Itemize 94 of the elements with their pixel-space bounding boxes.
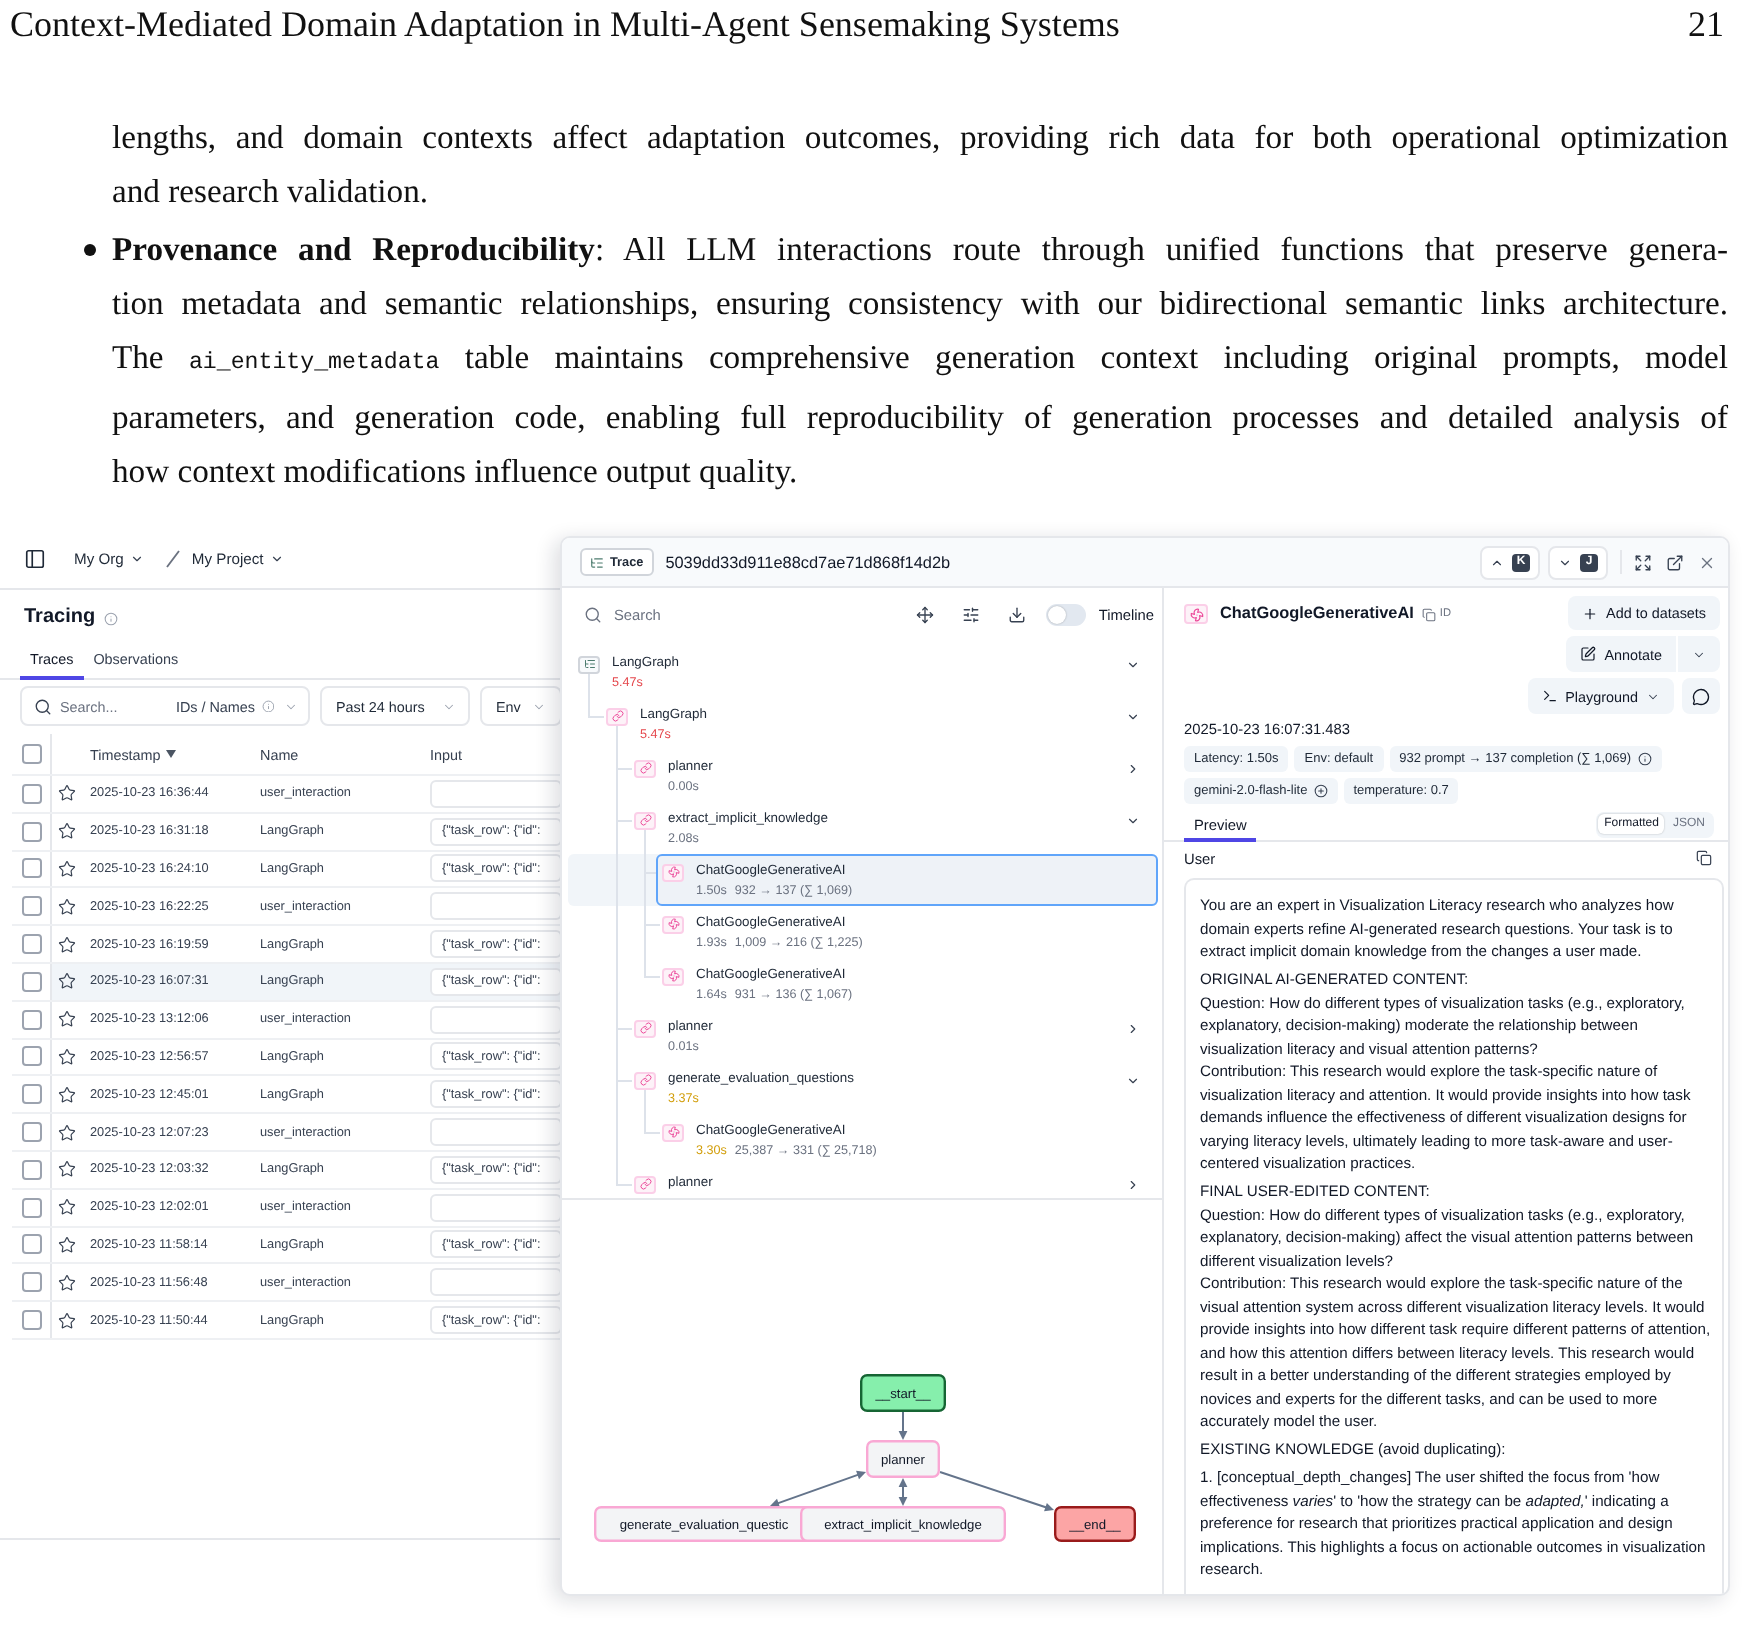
chevron-down-icon <box>1646 689 1660 703</box>
circle-plus-icon[interactable] <box>1313 784 1328 798</box>
list-tree-icon <box>578 655 600 673</box>
link-icon <box>634 1071 656 1089</box>
star-icon[interactable] <box>58 822 76 841</box>
checkbox[interactable] <box>21 1084 41 1105</box>
chevron-right-icon[interactable] <box>1126 762 1140 776</box>
chat-bubble-icon <box>1692 687 1710 705</box>
checkbox[interactable] <box>21 744 41 764</box>
checkbox[interactable] <box>21 1272 41 1293</box>
star-icon[interactable] <box>58 1010 76 1029</box>
link-icon <box>634 759 656 777</box>
close-icon[interactable] <box>1698 553 1716 571</box>
chevron-down-icon <box>442 699 456 713</box>
chevron-down-icon <box>269 552 284 566</box>
checkbox[interactable] <box>21 1046 41 1067</box>
observation-title: ChatGoogleGenerativeAI <box>1220 602 1414 626</box>
star-icon[interactable] <box>58 1160 76 1179</box>
fan-icon <box>662 1123 684 1141</box>
fan-icon <box>662 915 684 933</box>
fan-icon <box>662 863 684 881</box>
chevron-up-icon <box>1490 555 1504 569</box>
chevron-down-icon <box>1692 647 1706 661</box>
fan-icon <box>1184 604 1208 625</box>
link-icon <box>634 1019 656 1037</box>
sliders-icon[interactable] <box>962 606 981 624</box>
star-icon[interactable] <box>58 935 76 954</box>
star-icon[interactable] <box>58 1198 76 1217</box>
star-icon[interactable] <box>58 1123 76 1142</box>
chevron-down-icon[interactable] <box>1126 658 1140 672</box>
terminal-icon <box>1541 688 1558 704</box>
page-number: 21 <box>1688 3 1724 45</box>
link-icon <box>606 707 628 725</box>
info-icon <box>261 699 274 713</box>
link-icon <box>634 811 656 829</box>
checkbox[interactable] <box>21 1310 41 1331</box>
chevron-down-icon <box>129 552 144 566</box>
chevron-down-icon <box>1558 555 1572 569</box>
link-icon <box>634 1175 656 1193</box>
edge-arrow <box>898 1478 908 1506</box>
comment-button[interactable] <box>1682 678 1720 714</box>
checkbox[interactable] <box>21 1197 41 1218</box>
search-icon <box>34 697 52 715</box>
star-icon[interactable] <box>58 1235 76 1254</box>
checkbox[interactable] <box>21 783 41 804</box>
expand-icon[interactable] <box>1634 553 1652 571</box>
edge-arrow <box>770 1470 866 1508</box>
checkbox[interactable] <box>21 1122 41 1143</box>
plus-icon <box>1582 605 1599 621</box>
download-icon[interactable] <box>1008 606 1027 624</box>
edge-arrow <box>939 1471 1054 1512</box>
checkbox[interactable] <box>21 934 41 955</box>
chevron-right-icon[interactable] <box>1126 1178 1140 1192</box>
bullet-icon <box>84 244 96 256</box>
info-icon[interactable] <box>1637 752 1652 766</box>
move-icon[interactable] <box>916 606 935 624</box>
chevron-down-icon[interactable] <box>1126 1074 1140 1088</box>
chevron-down-icon[interactable] <box>1126 814 1140 828</box>
checkbox[interactable] <box>21 821 41 842</box>
sidebar-toggle-icon[interactable] <box>24 548 46 570</box>
checkbox[interactable] <box>21 1009 41 1030</box>
bullet-paragraph: Provenance and Reproducibility: All LLM interactions route through unified functions that preserve genera- tion metadata and semantic relationships, ensuring consistency with our bidirectional semantic links architecture. The ai_entity_metadata table maintains comprehensive generation context including original prompts, model parameters, and generation code, enabling full reproducibility of generation processes and detailed analysis of how context modifications influence output quality. <box>112 228 1728 494</box>
body-paragraph: lengths, and domain contexts affect adaptation outcomes, providing rich data for both operational optimization and research validation. <box>112 116 1728 214</box>
chevron-right-icon[interactable] <box>1126 1022 1140 1036</box>
pencil-square-icon <box>1580 646 1597 662</box>
checkbox[interactable] <box>21 1159 41 1180</box>
list-tree-icon <box>590 555 604 569</box>
star-icon[interactable] <box>58 1273 76 1292</box>
star-icon[interactable] <box>58 784 76 803</box>
chevron-down-icon <box>284 699 298 713</box>
checkbox[interactable] <box>21 1234 41 1255</box>
star-icon[interactable] <box>58 897 76 916</box>
star-icon[interactable] <box>58 1311 76 1330</box>
timeline-toggle[interactable] <box>1046 604 1087 626</box>
copy-icon <box>1421 607 1436 621</box>
checkbox[interactable] <box>21 971 41 992</box>
slash-icon <box>165 550 180 568</box>
fan-icon <box>662 967 684 985</box>
chevron-down-icon[interactable] <box>1126 710 1140 724</box>
star-icon[interactable] <box>58 972 76 991</box>
search-icon <box>584 606 602 624</box>
running-title: Context-Mediated Domain Adaptation in Multi-Agent Sensemaking Systems <box>10 3 1120 45</box>
external-link-icon[interactable] <box>1666 553 1684 571</box>
sort-icon[interactable] <box>166 750 177 758</box>
copy-icon[interactable] <box>1696 850 1712 866</box>
chevron-down-icon <box>532 699 547 713</box>
trace-id: 5039dd33d911e88cd7ae71d868f14d2b <box>665 553 951 571</box>
checkbox[interactable] <box>21 858 41 879</box>
edge-arrow <box>898 1411 908 1440</box>
star-icon[interactable] <box>58 1085 76 1104</box>
checkbox[interactable] <box>21 896 41 917</box>
star-icon[interactable] <box>58 1047 76 1066</box>
star-icon[interactable] <box>58 859 76 878</box>
page-title: Tracing <box>24 606 96 630</box>
